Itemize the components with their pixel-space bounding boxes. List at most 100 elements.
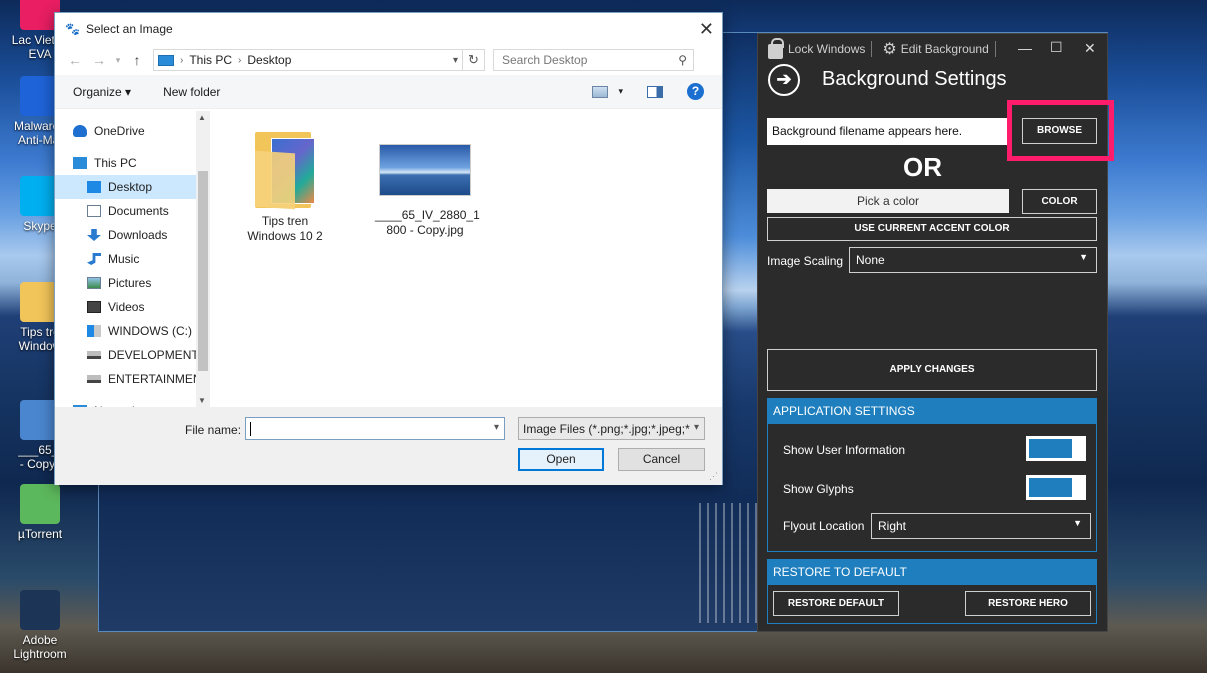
desktop-icon[interactable]: Adobe Lightroom	[2, 590, 78, 661]
or-divider-text: OR	[903, 152, 942, 182]
pc-icon	[73, 157, 87, 169]
up-arrow-icon[interactable]: ↑	[125, 52, 149, 68]
recent-chevron-icon[interactable]: ▾	[111, 55, 125, 66]
color-button[interactable]: COLOR	[1022, 189, 1097, 214]
preview-pane-icon[interactable]	[647, 85, 663, 98]
scroll-thumb[interactable]	[198, 171, 208, 371]
nav-item-label: Pictures	[108, 276, 152, 290]
lock-windows-button[interactable]: Lock Windows	[788, 42, 865, 56]
address-dropdown-icon[interactable]: ▾	[453, 55, 458, 66]
file-name-bar: File name: ▾ Image Files (*.png;*.jpg;*.…	[55, 407, 722, 485]
cancel-button[interactable]: Cancel	[618, 448, 705, 471]
file-item-image[interactable]: ____65_IV_2880_1 800 - Copy.jpg	[375, 128, 480, 244]
use-accent-color-button[interactable]: USE CURRENT ACCENT COLOR	[767, 217, 1097, 241]
restore-hero-button[interactable]: RESTORE HERO	[965, 591, 1091, 616]
show-user-info-toggle[interactable]	[1026, 436, 1086, 461]
nav-scrollbar[interactable]: ▲ ▼	[196, 111, 210, 407]
help-icon[interactable]: ?	[687, 83, 704, 100]
drive-icon	[87, 351, 101, 359]
divider	[871, 41, 873, 57]
nav-item[interactable]: Documents	[55, 199, 209, 223]
file-name-input[interactable]: ▾	[245, 417, 505, 440]
edit-background-button[interactable]: Edit Background	[901, 42, 989, 56]
win-icon	[87, 325, 101, 337]
restore-default-button[interactable]: RESTORE DEFAULT	[773, 591, 899, 616]
background-filename-field[interactable]: Background filename appears here.	[767, 118, 1007, 145]
file-type-dropdown-icon: ▾	[693, 422, 699, 433]
background-settings-flyout: Lock Windows ⚙ Edit Background — ☐ ✕ ➔ B…	[757, 33, 1114, 632]
browse-highlight-box	[1007, 100, 1114, 161]
pics-icon	[87, 277, 101, 289]
nav-item-label: ENTERTAINMEN	[108, 372, 202, 386]
nav-item-label: Videos	[108, 300, 145, 314]
forward-arrow-icon[interactable]: →	[87, 52, 111, 68]
nav-item[interactable]: ENTERTAINMEN	[55, 367, 209, 391]
resize-grip-icon[interactable]: ⋰	[709, 471, 718, 482]
desk-icon	[87, 181, 101, 193]
restore-default-header: RESTORE TO DEFAULT	[767, 559, 1097, 584]
image-scaling-select[interactable]: None ▼	[849, 247, 1097, 273]
gear-icon[interactable]: ⚙	[882, 39, 896, 59]
nav-item-label: Downloads	[108, 228, 168, 242]
file-name-label: File name:	[185, 423, 242, 437]
nav-item-label: DEVELOPMENT	[108, 348, 199, 362]
maximize-icon[interactable]: ☐	[1050, 39, 1063, 56]
breadcrumb-desktop[interactable]: Desktop	[247, 53, 291, 67]
refresh-icon[interactable]: ↻	[463, 49, 485, 71]
show-glyphs-label: Show Glyphs	[783, 482, 854, 496]
dialog-close-button[interactable]: ✕	[699, 19, 714, 40]
minimize-icon[interactable]: —	[1018, 40, 1032, 56]
back-arrow-icon[interactable]: ➔	[768, 64, 800, 96]
nav-item[interactable]: Pictures	[55, 271, 209, 295]
nav-item-label: OneDrive	[94, 124, 145, 138]
new-folder-button[interactable]: New folder	[163, 85, 220, 99]
toggle-fill	[1029, 439, 1072, 458]
address-bar[interactable]: › This PC › Desktop ▾	[153, 49, 463, 71]
file-name: ____65_IV_2880_1 800 - Copy.jpg	[375, 208, 480, 237]
scroll-up-icon[interactable]: ▲	[198, 113, 206, 122]
down-icon	[87, 229, 101, 241]
cloud-icon	[73, 125, 87, 137]
nav-item-label: This PC	[94, 156, 137, 170]
nav-item[interactable]: Downloads	[55, 223, 209, 247]
nav-item[interactable]: Desktop	[55, 175, 209, 199]
nav-item[interactable]: Videos	[55, 295, 209, 319]
search-icon: ⚲	[678, 53, 687, 67]
scroll-down-icon[interactable]: ▼	[198, 396, 206, 405]
nav-item[interactable]: This PC	[55, 151, 209, 175]
apply-changes-button[interactable]: APPLY CHANGES	[767, 349, 1097, 391]
drive-icon	[87, 375, 101, 383]
nav-item[interactable]: WINDOWS (C:)	[55, 319, 209, 343]
navigation-bar: ← → ▾ ↑ › This PC › Desktop ▾ ↻ Search D…	[55, 45, 722, 75]
breadcrumb-this-pc[interactable]: This PC	[189, 53, 232, 67]
folder-icon	[253, 128, 317, 210]
nav-item[interactable]: OneDrive	[55, 119, 209, 143]
organize-menu[interactable]: Organize ▾	[73, 85, 131, 99]
nav-item[interactable]: Music	[55, 247, 209, 271]
show-glyphs-toggle[interactable]	[1026, 475, 1086, 500]
lock-icon[interactable]	[768, 37, 784, 59]
file-item-folder[interactable]: Tips tren Windows 10 2	[235, 128, 335, 244]
pick-color-field[interactable]: Pick a color	[767, 189, 1009, 213]
file-name-dropdown-icon[interactable]: ▾	[494, 422, 499, 433]
file-type-select[interactable]: Image Files (*.png;*.jpg;*.jpeg;* ▾	[518, 417, 705, 440]
chevron-down-icon: ▼	[1079, 252, 1088, 262]
search-input[interactable]: Search Desktop ⚲	[493, 49, 694, 71]
change-view-icon[interactable]	[592, 85, 609, 98]
nav-item[interactable]: Network	[55, 399, 209, 407]
application-settings-header: APPLICATION SETTINGS	[767, 398, 1097, 423]
close-icon[interactable]: ✕	[1084, 40, 1096, 57]
back-arrow-icon[interactable]: ←	[63, 52, 87, 68]
chevron-down-icon: ▼	[1073, 518, 1082, 528]
desktop-icon[interactable]: µTorrent	[2, 484, 78, 541]
divider	[994, 41, 996, 57]
nav-item-label: Documents	[108, 204, 169, 218]
flyout-location-select[interactable]: Right ▼	[871, 513, 1091, 539]
file-open-dialog: 🐾 Select an Image ✕ ← → ▾ ↑ › This PC › …	[54, 12, 723, 485]
desktop-icon-label: µTorrent	[17, 527, 63, 541]
dialog-titlebar: 🐾 Select an Image	[55, 13, 722, 45]
image-scaling-value: None	[856, 253, 885, 267]
view-options-chevron-icon[interactable]: ▾	[618, 86, 623, 97]
nav-item[interactable]: DEVELOPMENT	[55, 343, 209, 367]
open-button[interactable]: Open	[518, 448, 604, 471]
